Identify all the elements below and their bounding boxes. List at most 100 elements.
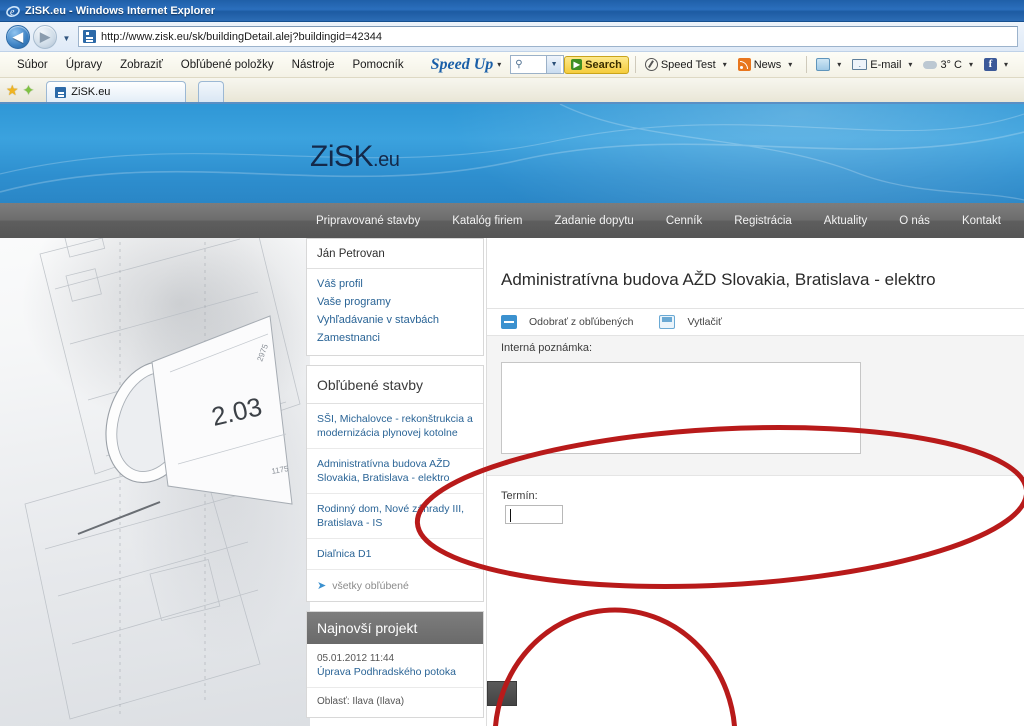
internet-explorer-icon: e <box>6 4 20 18</box>
internal-note-label: Interná poznámka: <box>501 342 593 354</box>
content-area: Ján Petrovan Váš profil Vaše programy Vy… <box>0 238 1024 726</box>
site-favicon-icon <box>83 30 96 43</box>
toolbar-divider <box>634 56 636 73</box>
search-dropdown-caret-icon[interactable]: ▼ <box>546 56 562 73</box>
tab-favicon-icon <box>55 86 67 98</box>
new-tab-button[interactable] <box>198 81 225 102</box>
toolbar-divider-2 <box>806 56 808 73</box>
search-button[interactable]: ▶ Search <box>564 55 629 74</box>
sidebar-user-name: Ján Petrovan <box>307 239 483 269</box>
internal-note-field-group: Interná poznámka: <box>501 342 1011 454</box>
weather-button[interactable]: 3° C ▾ <box>920 59 981 71</box>
all-favourites-link[interactable]: ➤ všetky obľúbené <box>307 570 483 601</box>
menu-item-nastroje[interactable]: Nástroje <box>283 57 344 73</box>
facebook-icon: f <box>983 58 997 71</box>
favorites-star-icon[interactable]: ★ <box>6 83 19 97</box>
messenger-button[interactable]: ▾ <box>813 58 849 71</box>
rss-icon <box>737 58 751 71</box>
logo-main-text: ZiSK <box>310 140 374 173</box>
back-arrow-icon: ◀ <box>13 29 23 44</box>
forward-button[interactable]: ▶ <box>33 24 57 49</box>
color-swatch-button[interactable] <box>487 681 517 706</box>
user-panel: Ján Petrovan Váš profil Vaše programy Vy… <box>306 238 484 356</box>
sidebar-item-vas-profil[interactable]: Váš profil <box>307 275 483 293</box>
favourite-item-3[interactable]: Rodinný dom, Nové záhrady III, Bratislav… <box>307 494 483 539</box>
favourite-item-1[interactable]: SŠI, Michalovce - rekonštrukcia a modern… <box>307 404 483 449</box>
menu-item-upravy[interactable]: Úpravy <box>57 57 111 73</box>
sidebar-item-vyhladavanie[interactable]: Vyhľadávanie v stavbách <box>307 311 483 329</box>
latest-project-area: Oblasť: Ilava (Ilava) <box>317 696 405 707</box>
email-button[interactable]: E-mail ▾ <box>849 59 920 71</box>
url-bar[interactable]: http://www.zisk.eu/sk/buildingDetail.ale… <box>78 26 1018 47</box>
news-label: News <box>753 58 782 71</box>
print-button[interactable]: Vytlačiť <box>659 315 722 329</box>
favourites-heading: Obľúbené stavby <box>307 366 483 404</box>
menu-item-subor[interactable]: Súbor <box>8 57 57 73</box>
nav-item-cennik[interactable]: Cenník <box>650 215 718 227</box>
sidebar-item-zamestnanci[interactable]: Zamestnanci <box>307 329 483 347</box>
minus-square-icon <box>501 315 517 329</box>
print-label: Vytlačiť <box>687 316 722 328</box>
main-content-panel: Administratívna budova AŽD Slovakia, Bra… <box>486 238 1024 726</box>
sidebar-item-vase-programy[interactable]: Vaše programy <box>307 293 483 311</box>
tab-label: ZiSK.eu <box>71 86 111 98</box>
add-favorite-icon[interactable]: ✦ <box>23 83 35 97</box>
termin-input[interactable] <box>505 505 563 524</box>
news-button[interactable]: News ▾ <box>735 58 801 71</box>
site-logo[interactable]: ZiSK.eu <box>310 140 400 174</box>
nav-item-zadanie-dopytu[interactable]: Zadanie dopytu <box>539 215 650 227</box>
facebook-caret-icon[interactable]: ▾ <box>1004 60 1008 69</box>
remove-from-favourites-button[interactable]: Odobrať z obľúbených <box>501 315 633 329</box>
detail-action-bar: Odobrať z obľúbených Vytlačiť <box>487 308 1024 336</box>
window-titlebar: e ZiSK.eu - Windows Internet Explorer <box>0 0 1024 22</box>
all-favourites-label: všetky obľúbené <box>332 579 409 592</box>
toolbar-search-input[interactable]: ⚲ ▼ <box>510 55 565 74</box>
left-sidebar: Ján Petrovan Váš profil Vaše programy Vy… <box>306 238 484 726</box>
arrow-right-icon: ➤ <box>317 580 327 592</box>
nav-item-o-nas[interactable]: O nás <box>883 215 946 227</box>
header-swoosh-decoration-icon <box>0 104 1024 201</box>
search-go-icon: ▶ <box>571 59 583 70</box>
svg-text:e: e <box>10 7 15 18</box>
speedup-toolbar-logo: Speed Up <box>430 55 494 73</box>
url-text: http://www.zisk.eu/sk/buildingDetail.ale… <box>101 30 382 43</box>
weather-caret-icon[interactable]: ▾ <box>969 60 973 69</box>
logo-suffix-text: .eu <box>373 149 400 171</box>
favourite-item-4[interactable]: Diaľnica D1 <box>307 539 483 570</box>
search-button-label: Search <box>585 58 622 71</box>
history-dropdown-caret-icon[interactable]: ▼ <box>60 31 73 43</box>
nav-item-pripravovane-stavby[interactable]: Pripravované stavby <box>300 215 436 227</box>
speedup-caret-icon[interactable]: ▾ <box>497 60 501 69</box>
forward-arrow-icon: ▶ <box>40 29 50 44</box>
page-title: Administratívna budova AŽD Slovakia, Bra… <box>501 270 936 289</box>
site-header <box>0 104 1024 203</box>
internal-note-textarea[interactable] <box>501 362 861 454</box>
nav-item-kontakt[interactable]: Kontakt <box>946 215 1017 227</box>
facebook-button[interactable]: f ▾ <box>981 58 1016 71</box>
browser-tab-zisk[interactable]: ZiSK.eu <box>46 81 187 102</box>
latest-project-name[interactable]: Úprava Podhradského potoka <box>307 666 483 688</box>
email-caret-icon[interactable]: ▾ <box>908 60 912 69</box>
menu-item-zobrazit[interactable]: Zobraziť <box>111 57 172 73</box>
nav-item-aktuality[interactable]: Aktuality <box>808 215 883 227</box>
search-icon: ⚲ <box>515 59 523 70</box>
screenshot-root: e ZiSK.eu - Windows Internet Explorer ◀ … <box>0 0 1024 726</box>
favourite-item-2[interactable]: Administratívna budova AŽD Slovakia, Bra… <box>307 449 483 494</box>
remove-from-favourites-label: Odobrať z obľúbených <box>529 316 634 328</box>
window-title: ZiSK.eu - Windows Internet Explorer <box>25 4 215 17</box>
address-bar: ◀ ▶ ▼ http://www.zisk.eu/sk/buildingDeta… <box>0 22 1024 52</box>
termin-label: Termín: <box>501 490 538 502</box>
news-caret-icon[interactable]: ▾ <box>788 60 792 69</box>
nav-item-registracia[interactable]: Registrácia <box>718 215 808 227</box>
nav-item-katalog-firiem[interactable]: Katalóg firiem <box>436 215 538 227</box>
latest-project-panel: Najnovší projekt 05.01.2012 11:44 Úprava… <box>306 611 484 718</box>
menu-item-pomocnik[interactable]: Pomocník <box>343 57 412 73</box>
cloud-icon <box>923 60 938 69</box>
main-navigation: Pripravované stavby Katalóg firiem Zadan… <box>0 203 1024 238</box>
messenger-caret-icon[interactable]: ▾ <box>837 60 841 69</box>
back-button[interactable]: ◀ <box>6 24 30 49</box>
speed-test-button[interactable]: Speed Test ▾ <box>642 58 735 71</box>
speed-test-caret-icon[interactable]: ▾ <box>723 60 727 69</box>
sidebar-user-links: Váš profil Vaše programy Vyhľadávanie v … <box>307 269 483 355</box>
menu-item-oblubene-polozky[interactable]: Obľúbené položky <box>172 57 283 73</box>
